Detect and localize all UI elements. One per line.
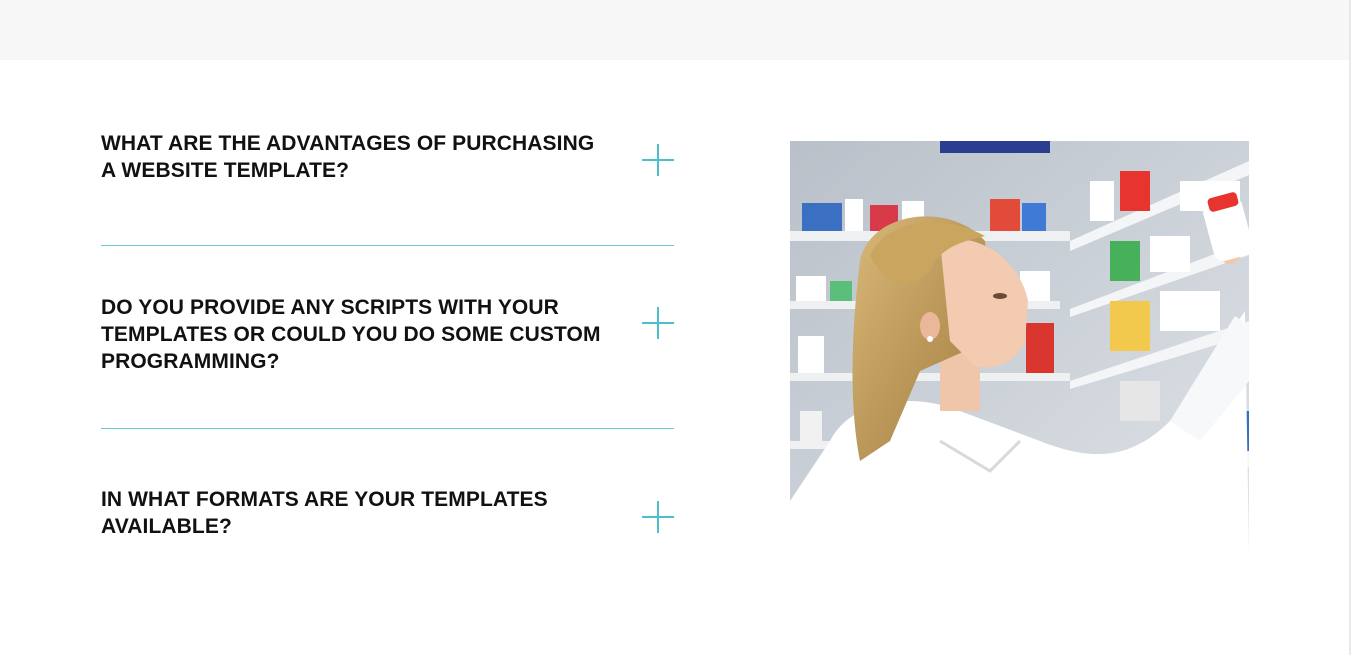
faq-question[interactable]: IN WHAT FORMATS ARE YOUR TEMPLATES AVAIL… [101, 486, 611, 540]
faq-question[interactable]: DO YOU PROVIDE ANY SCRIPTS WITH YOUR TEM… [101, 294, 611, 375]
faq-item[interactable]: DO YOU PROVIDE ANY SCRIPTS WITH YOUR TEM… [101, 246, 674, 429]
plus-icon[interactable] [642, 307, 674, 339]
pharmacist-illustration [790, 141, 1249, 555]
faq-item[interactable]: WHAT ARE THE ADVANTAGES OF PURCHASING A … [101, 118, 674, 246]
faq-question[interactable]: WHAT ARE THE ADVANTAGES OF PURCHASING A … [101, 130, 611, 184]
top-band [0, 0, 1351, 60]
plus-icon[interactable] [642, 144, 674, 176]
plus-icon[interactable] [642, 501, 674, 533]
pharmacist-photo [790, 141, 1249, 555]
faq-item[interactable]: IN WHAT FORMATS ARE YOUR TEMPLATES AVAIL… [101, 429, 674, 569]
